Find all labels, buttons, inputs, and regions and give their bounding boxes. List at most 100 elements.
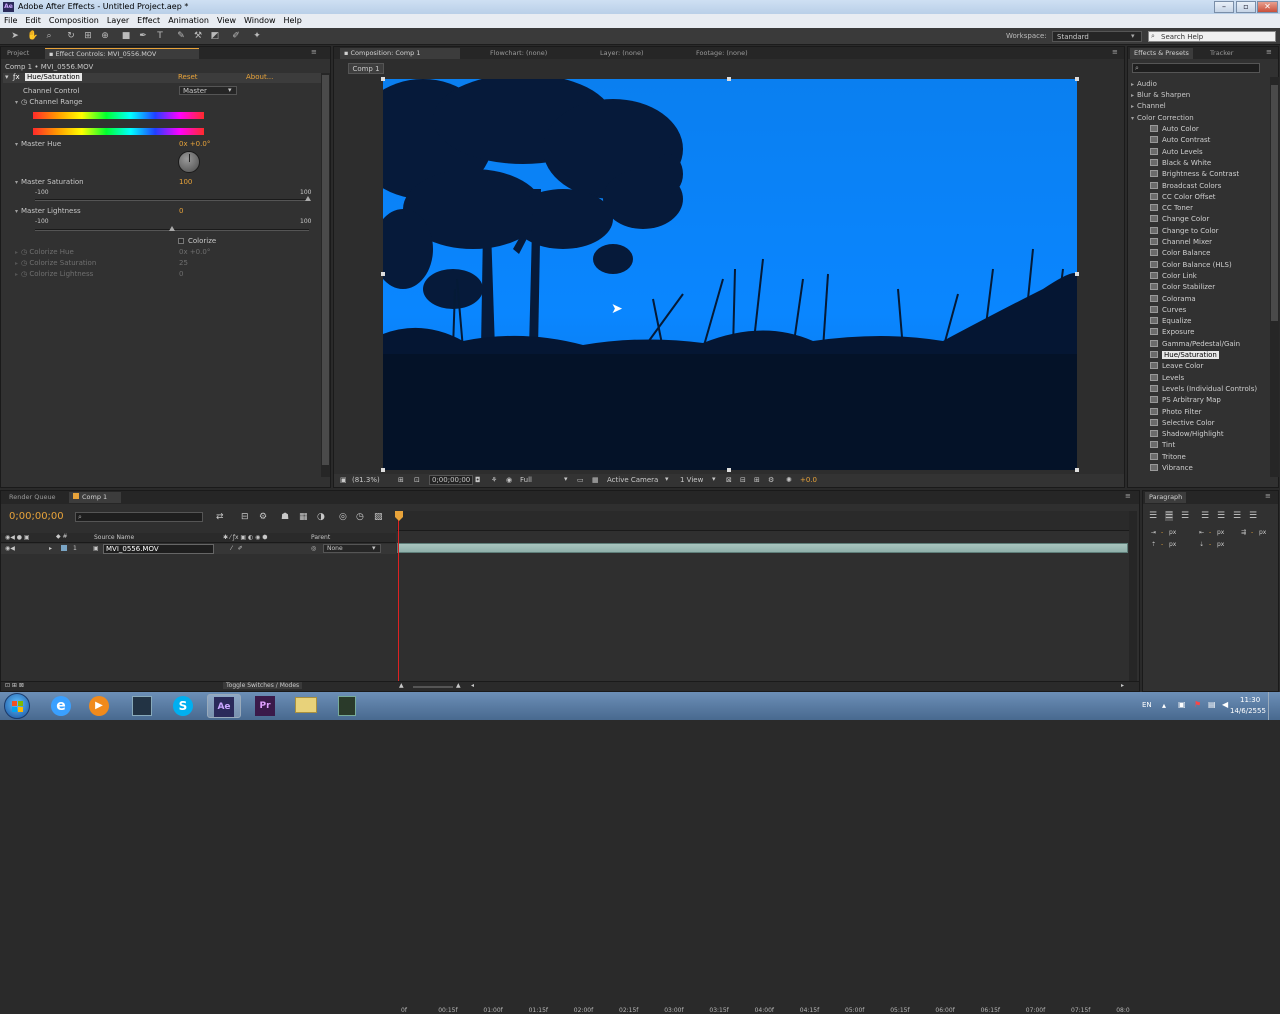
justify-left-icon[interactable]: ☰ [1201, 511, 1209, 521]
flowchart-icon[interactable]: ⚙ [768, 476, 774, 484]
menu-composition[interactable]: Composition [45, 14, 103, 27]
layer-label-color[interactable] [61, 545, 67, 551]
effects-scrollbar[interactable] [1270, 77, 1279, 477]
frame-blending-icon[interactable]: ▦ [299, 512, 308, 522]
justify-center-icon[interactable]: ☰ [1217, 511, 1225, 521]
minimize-button[interactable]: – [1214, 1, 1234, 13]
menu-window[interactable]: Window [240, 14, 280, 27]
effect-item[interactable]: Leave Color [1150, 362, 1203, 370]
layer-handle-ml[interactable] [381, 272, 385, 276]
effect-item[interactable]: Exposure [1150, 328, 1194, 336]
panel-menu-icon[interactable]: ≡ [1112, 48, 1118, 56]
resolution-dropdown[interactable]: Full [520, 476, 532, 484]
indent-right-value[interactable]: - [1209, 529, 1211, 536]
indent-left-value[interactable]: - [1161, 529, 1163, 536]
channel-control-dropdown[interactable]: Master ▾ [179, 86, 237, 95]
timeline-search-field[interactable]: ⌕ [75, 512, 203, 522]
effect-item[interactable]: Auto Color [1150, 125, 1199, 133]
fast-previews-icon[interactable]: ⊟ [740, 476, 746, 484]
master-hue-row[interactable]: ▾ Master Hue [15, 140, 61, 148]
taskbar-premiere[interactable]: Pr [248, 694, 282, 718]
effect-item[interactable]: PS Arbitrary Map [1150, 396, 1221, 404]
pen-tool-icon[interactable]: ✒ [138, 31, 148, 41]
brush-tool-icon[interactable]: ✎ [176, 31, 186, 41]
effect-item[interactable]: CC Toner [1150, 204, 1193, 212]
master-saturation-row[interactable]: ▾ Master Saturation [15, 178, 84, 186]
reset-link[interactable]: Reset [178, 73, 198, 81]
effect-item[interactable]: Photo Filter [1150, 407, 1202, 416]
taskbar-after-effects[interactable]: Ae [207, 694, 241, 718]
layer-switches-toggle-icon[interactable]: ⊡ ⊞ ⊠ [5, 682, 24, 689]
tab-comp-1[interactable]: Comp 1 [69, 492, 121, 503]
layer-switches[interactable]: ⁄ ✐ [231, 545, 243, 552]
taskbar-internet-explorer[interactable]: e [44, 694, 78, 718]
comp-1-viewer-tab[interactable]: Comp 1 [348, 63, 384, 74]
effect-item[interactable]: Brightness & Contrast [1150, 170, 1239, 178]
space-before-icon[interactable]: ⇡ [1151, 541, 1156, 548]
indent-right-icon[interactable]: ⇤ [1199, 529, 1204, 536]
master-lightness-row[interactable]: ▾ Master Lightness [15, 207, 81, 215]
effect-item[interactable]: Levels (Individual Controls) [1150, 384, 1257, 393]
expand-triangle-icon[interactable]: ▸ [49, 545, 52, 552]
effect-item[interactable]: Selective Color [1150, 418, 1215, 427]
clone-stamp-tool-icon[interactable]: ⚒ [193, 31, 203, 41]
tab-composition[interactable]: ▪ Composition: Comp 1 [340, 48, 460, 59]
master-lightness-value[interactable]: 0 [179, 207, 183, 215]
effect-item[interactable]: Colorama [1150, 294, 1196, 303]
tab-project[interactable]: Project [3, 48, 33, 59]
saturation-slider-thumb[interactable] [305, 196, 311, 201]
parent-header[interactable]: Parent [311, 534, 330, 541]
master-saturation-value[interactable]: 100 [179, 178, 192, 186]
language-indicator[interactable]: EN [1142, 701, 1152, 709]
maximize-button[interactable]: ▫ [1236, 1, 1256, 13]
tab-tracker[interactable]: Tracker [1206, 48, 1237, 59]
indent-first-icon[interactable]: ⇶ [1241, 529, 1246, 536]
collapse-triangle-icon[interactable]: ▾ [5, 73, 9, 81]
toggle-switches-modes-button[interactable]: Toggle Switches / Modes [223, 682, 303, 689]
align-left-icon[interactable]: ☰ [1149, 511, 1157, 521]
effect-item[interactable]: Curves [1150, 305, 1186, 314]
current-time-indicator[interactable] [398, 511, 399, 683]
show-desktop-button[interactable] [1268, 692, 1280, 720]
time-ruler[interactable] [397, 511, 1129, 531]
layer-handle-bl[interactable] [381, 468, 385, 472]
timeline-zoom-slider[interactable] [413, 686, 453, 688]
tab-effect-controls[interactable]: ▪ Effect Controls: MVI_0556.MOV [45, 48, 199, 59]
effect-item[interactable]: Color Balance [1150, 249, 1210, 257]
volume-icon[interactable]: ◀ [1222, 700, 1228, 709]
mask-visibility-icon[interactable]: ⊡ [414, 476, 420, 484]
justify-all-icon[interactable]: ☰ [1249, 511, 1257, 521]
timeline-vertical-scrollbar[interactable] [1129, 511, 1137, 681]
indent-first-value[interactable]: - [1251, 529, 1253, 536]
region-of-interest-icon[interactable]: ▭ [577, 476, 584, 484]
show-channel-icon[interactable]: ⚘ [491, 476, 497, 484]
always-preview-icon[interactable]: ▣ [340, 476, 347, 484]
space-after-icon[interactable]: ⇣ [1199, 541, 1204, 548]
magnification-dropdown[interactable]: (81.3%) [352, 476, 380, 484]
effect-item[interactable]: Shadow/Highlight [1150, 430, 1224, 438]
parent-dropdown[interactable]: None ▾ [323, 544, 381, 553]
menu-help[interactable]: Help [280, 14, 306, 27]
parent-pickwhip-icon[interactable]: ◎ [311, 545, 316, 552]
effect-item[interactable]: Equalize [1150, 317, 1191, 325]
workspace-dropdown[interactable]: Standard ▾ [1052, 31, 1142, 42]
effect-item[interactable]: Vibrance [1150, 464, 1193, 472]
lightness-slider[interactable] [35, 226, 309, 231]
snapshot-icon[interactable]: ◘ [475, 476, 481, 484]
effect-item[interactable]: Color Stabilizer [1150, 283, 1215, 291]
puppet-pin-tool-icon[interactable]: ✦ [252, 31, 262, 41]
toggle-pixel-aspect-icon[interactable]: ⊠ [726, 476, 732, 484]
channel-range-row[interactable]: ▾ ◷ Channel Range [15, 98, 83, 106]
menu-animation[interactable]: Animation [164, 14, 213, 27]
effect-item[interactable]: Gamma/Pedestal/Gain [1150, 339, 1240, 348]
start-button[interactable] [4, 693, 30, 719]
about-link[interactable]: About... [246, 73, 273, 81]
scrollbar-thumb[interactable] [1271, 85, 1278, 321]
effect-item[interactable]: Levels [1150, 373, 1184, 382]
type-tool-icon[interactable]: T [155, 31, 165, 41]
taskbar-skype[interactable]: S [166, 694, 200, 718]
category-channel[interactable]: ▸ Channel [1131, 102, 1166, 110]
tab-render-queue[interactable]: Render Queue [5, 492, 60, 503]
timeline-timecode[interactable]: 0;00;00;00 [9, 511, 64, 522]
safe-zones-icon[interactable]: ⊞ [398, 476, 404, 484]
